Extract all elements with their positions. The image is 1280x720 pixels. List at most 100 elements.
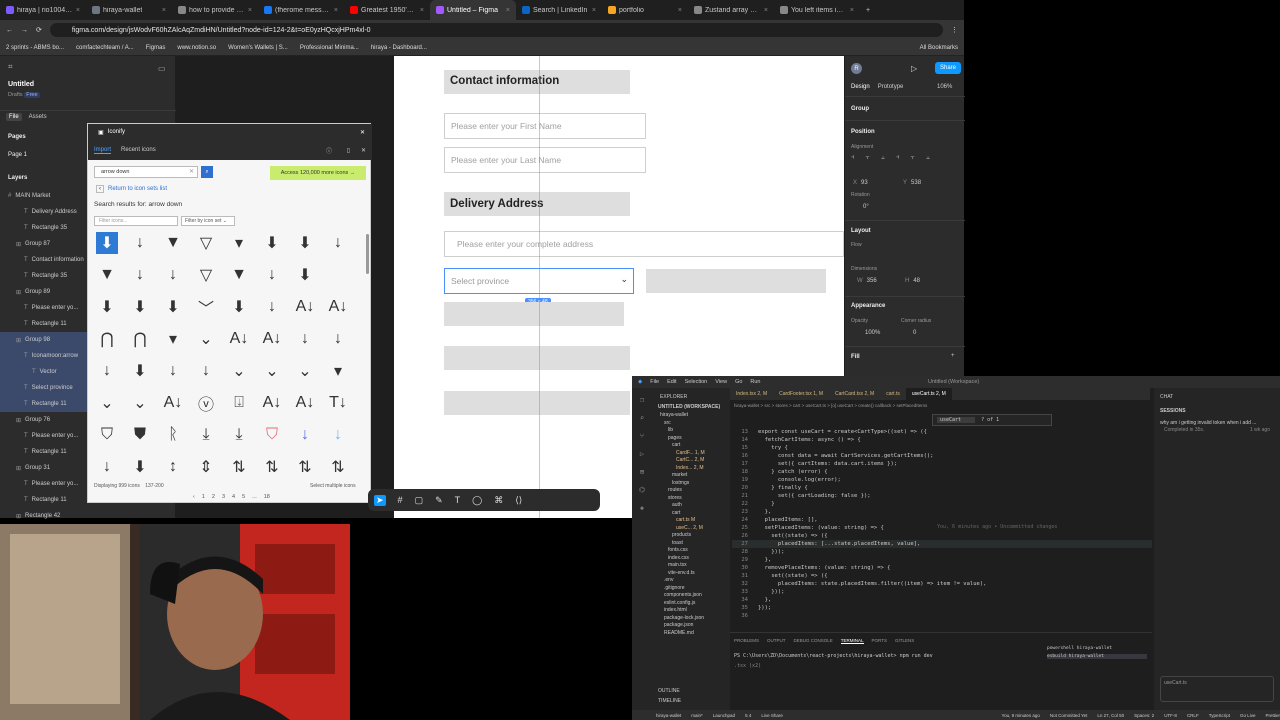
info-icon[interactable]: ⓘ bbox=[326, 146, 332, 155]
status-item[interactable]: UTF-8 bbox=[1164, 713, 1177, 718]
panel-tab[interactable]: GITLENS bbox=[895, 638, 914, 644]
tree-item[interactable]: useC... 2, M bbox=[652, 525, 730, 533]
git-icon[interactable]: ◈ bbox=[640, 504, 644, 512]
icon-result[interactable]: ⋂ bbox=[96, 328, 118, 350]
browser-tab[interactable]: Zustand array push g× bbox=[688, 0, 774, 20]
icon-result[interactable]: ▼ bbox=[96, 264, 118, 286]
icon-result[interactable]: ↓ bbox=[195, 360, 217, 382]
url-field[interactable]: figma.com/design/jsWodvF60hZAlcAqZmdiHN/… bbox=[49, 23, 943, 37]
icon-result[interactable]: ⛉ bbox=[261, 424, 283, 446]
status-item[interactable]: Prettier bbox=[1265, 713, 1280, 718]
tree-item[interactable]: cart.ts M bbox=[652, 517, 730, 525]
filter-by-set-select[interactable]: Filter by icon set ⌄ bbox=[181, 216, 235, 226]
icon-result[interactable]: ⇅ bbox=[327, 456, 349, 478]
back-icon[interactable]: ← bbox=[6, 27, 13, 34]
address-field[interactable]: Please enter your complete address bbox=[444, 231, 844, 257]
page-link[interactable]: 3 bbox=[222, 494, 225, 500]
status-item[interactable]: You, 9 minutes ago bbox=[1001, 713, 1039, 718]
dev-mode-icon[interactable]: ⟨⟩ bbox=[515, 495, 522, 506]
tab-assets[interactable]: Assets bbox=[26, 113, 50, 121]
page-link[interactable]: 4 bbox=[232, 494, 235, 500]
bookmark-item[interactable]: 2 sprints - ABMS bo... bbox=[6, 45, 64, 51]
icon-result[interactable]: ⌄ bbox=[294, 360, 316, 382]
icon-result[interactable]: A↓ bbox=[228, 328, 250, 350]
page-link[interactable]: 2 bbox=[212, 494, 215, 500]
tab-close-icon[interactable]: × bbox=[506, 7, 510, 14]
tree-item[interactable]: components.json bbox=[652, 592, 730, 600]
rotation-value[interactable]: 0° bbox=[863, 204, 869, 210]
rectangle-placeholder[interactable] bbox=[444, 391, 630, 415]
icon-result[interactable]: ᚱ bbox=[162, 424, 184, 446]
icon-result[interactable]: ⤓ bbox=[228, 424, 250, 446]
icon-result[interactable]: ⇕ bbox=[195, 456, 217, 478]
rectangle-placeholder[interactable] bbox=[646, 269, 826, 293]
tab-close-icon[interactable]: × bbox=[420, 7, 424, 14]
terminal-item[interactable]: esbuild hiraya-wallet bbox=[1047, 654, 1147, 659]
search-icon[interactable]: ⌕ bbox=[640, 414, 644, 422]
first-name-field[interactable]: Please enter your First Name bbox=[444, 113, 646, 139]
tree-item[interactable]: hiraya-wallet bbox=[652, 412, 730, 420]
icon-result[interactable]: ⬇ bbox=[228, 296, 250, 318]
new-tab-icon[interactable]: + bbox=[866, 7, 870, 14]
tab-close-icon[interactable]: × bbox=[678, 7, 682, 14]
icon-result[interactable]: ⇅ bbox=[294, 456, 316, 478]
editor-tab[interactable]: Index.tsx 2, M bbox=[730, 388, 773, 400]
icon-result[interactable]: A↓ bbox=[261, 328, 283, 350]
timeline-section[interactable]: TIMELINE bbox=[658, 698, 681, 704]
tree-item[interactable]: routes bbox=[652, 487, 730, 495]
icon-result[interactable]: ↓ bbox=[327, 424, 349, 446]
browser-tab[interactable]: portfolio × bbox=[602, 0, 688, 20]
tab-close-icon[interactable]: × bbox=[76, 7, 80, 14]
page-link[interactable]: 5 bbox=[242, 494, 245, 500]
tab-close-icon[interactable]: × bbox=[248, 7, 252, 14]
icon-result[interactable]: ⍗ bbox=[228, 392, 250, 414]
tab-close-icon[interactable]: × bbox=[850, 7, 854, 14]
file-title[interactable]: Untitled bbox=[8, 81, 34, 88]
tree-item[interactable]: lib bbox=[652, 427, 730, 435]
tree-item[interactable]: CartC... 2, M bbox=[652, 457, 730, 465]
menu-item[interactable]: Go bbox=[735, 379, 742, 385]
delivery-heading[interactable]: Delivery Address bbox=[450, 198, 544, 210]
forward-icon[interactable]: → bbox=[21, 27, 28, 34]
icon-result[interactable]: ⬇ bbox=[129, 456, 151, 478]
tree-item[interactable]: package.json bbox=[652, 622, 730, 630]
scrollbar[interactable] bbox=[366, 234, 369, 274]
panel-tab[interactable]: TERMINAL bbox=[840, 638, 864, 644]
avatar[interactable]: R bbox=[851, 63, 862, 74]
status-item[interactable]: TypeScript bbox=[1209, 713, 1230, 718]
editor-tab[interactable]: cart.ts bbox=[880, 388, 906, 400]
icon-result[interactable]: ↓ bbox=[96, 360, 118, 382]
bookmark-item[interactable]: comfactechteam / A... bbox=[76, 45, 134, 51]
tree-item[interactable]: toast bbox=[652, 540, 730, 548]
x-value[interactable]: 93 bbox=[861, 180, 868, 186]
icon-result[interactable]: ▾ bbox=[162, 328, 184, 350]
group-label[interactable]: Group bbox=[851, 106, 869, 112]
icon-result[interactable]: ﹀ bbox=[195, 296, 217, 318]
width-value[interactable]: 356 bbox=[867, 278, 877, 284]
page-item[interactable]: Page 1 bbox=[8, 152, 27, 158]
find-widget[interactable]: useCart ? of 1 bbox=[932, 414, 1052, 426]
icon-result[interactable]: ⌄ bbox=[129, 392, 151, 414]
browser-tab[interactable]: Untitled – Figma × bbox=[430, 0, 516, 20]
icon-result[interactable]: ↓ bbox=[129, 264, 151, 286]
icon-result[interactable]: ⌄ bbox=[195, 328, 217, 350]
height-value[interactable]: 48 bbox=[913, 278, 920, 284]
icon-result[interactable]: ⬇ bbox=[96, 232, 118, 254]
tree-item[interactable]: cart bbox=[652, 510, 730, 518]
editor-tab[interactable]: CartCard.tsx 2, M bbox=[829, 388, 880, 400]
tree-item[interactable]: auth bbox=[652, 502, 730, 510]
tab-close-icon[interactable]: × bbox=[764, 7, 768, 14]
icon-result[interactable]: A↓ bbox=[294, 392, 316, 414]
panel-toggle-icon[interactable]: ▭ bbox=[158, 64, 166, 73]
terminal-item[interactable]: powershell hiraya-wallet bbox=[1047, 646, 1147, 651]
icon-result[interactable]: A↓ bbox=[162, 392, 184, 414]
icon-result[interactable]: ↓ bbox=[129, 232, 151, 254]
bookmark-item[interactable]: www.notion.so bbox=[177, 45, 216, 51]
last-name-field[interactable]: Please enter your Last Name bbox=[444, 147, 646, 173]
icon-result[interactable]: ↓ bbox=[162, 360, 184, 382]
select-multiple-toggle[interactable]: Select multiple icons bbox=[310, 483, 356, 489]
icon-result[interactable]: A↓ bbox=[294, 296, 316, 318]
remote-icon[interactable]: ⌬ bbox=[639, 486, 645, 494]
find-input[interactable]: useCart bbox=[937, 417, 976, 423]
tree-item[interactable]: .gitignore bbox=[652, 585, 730, 593]
